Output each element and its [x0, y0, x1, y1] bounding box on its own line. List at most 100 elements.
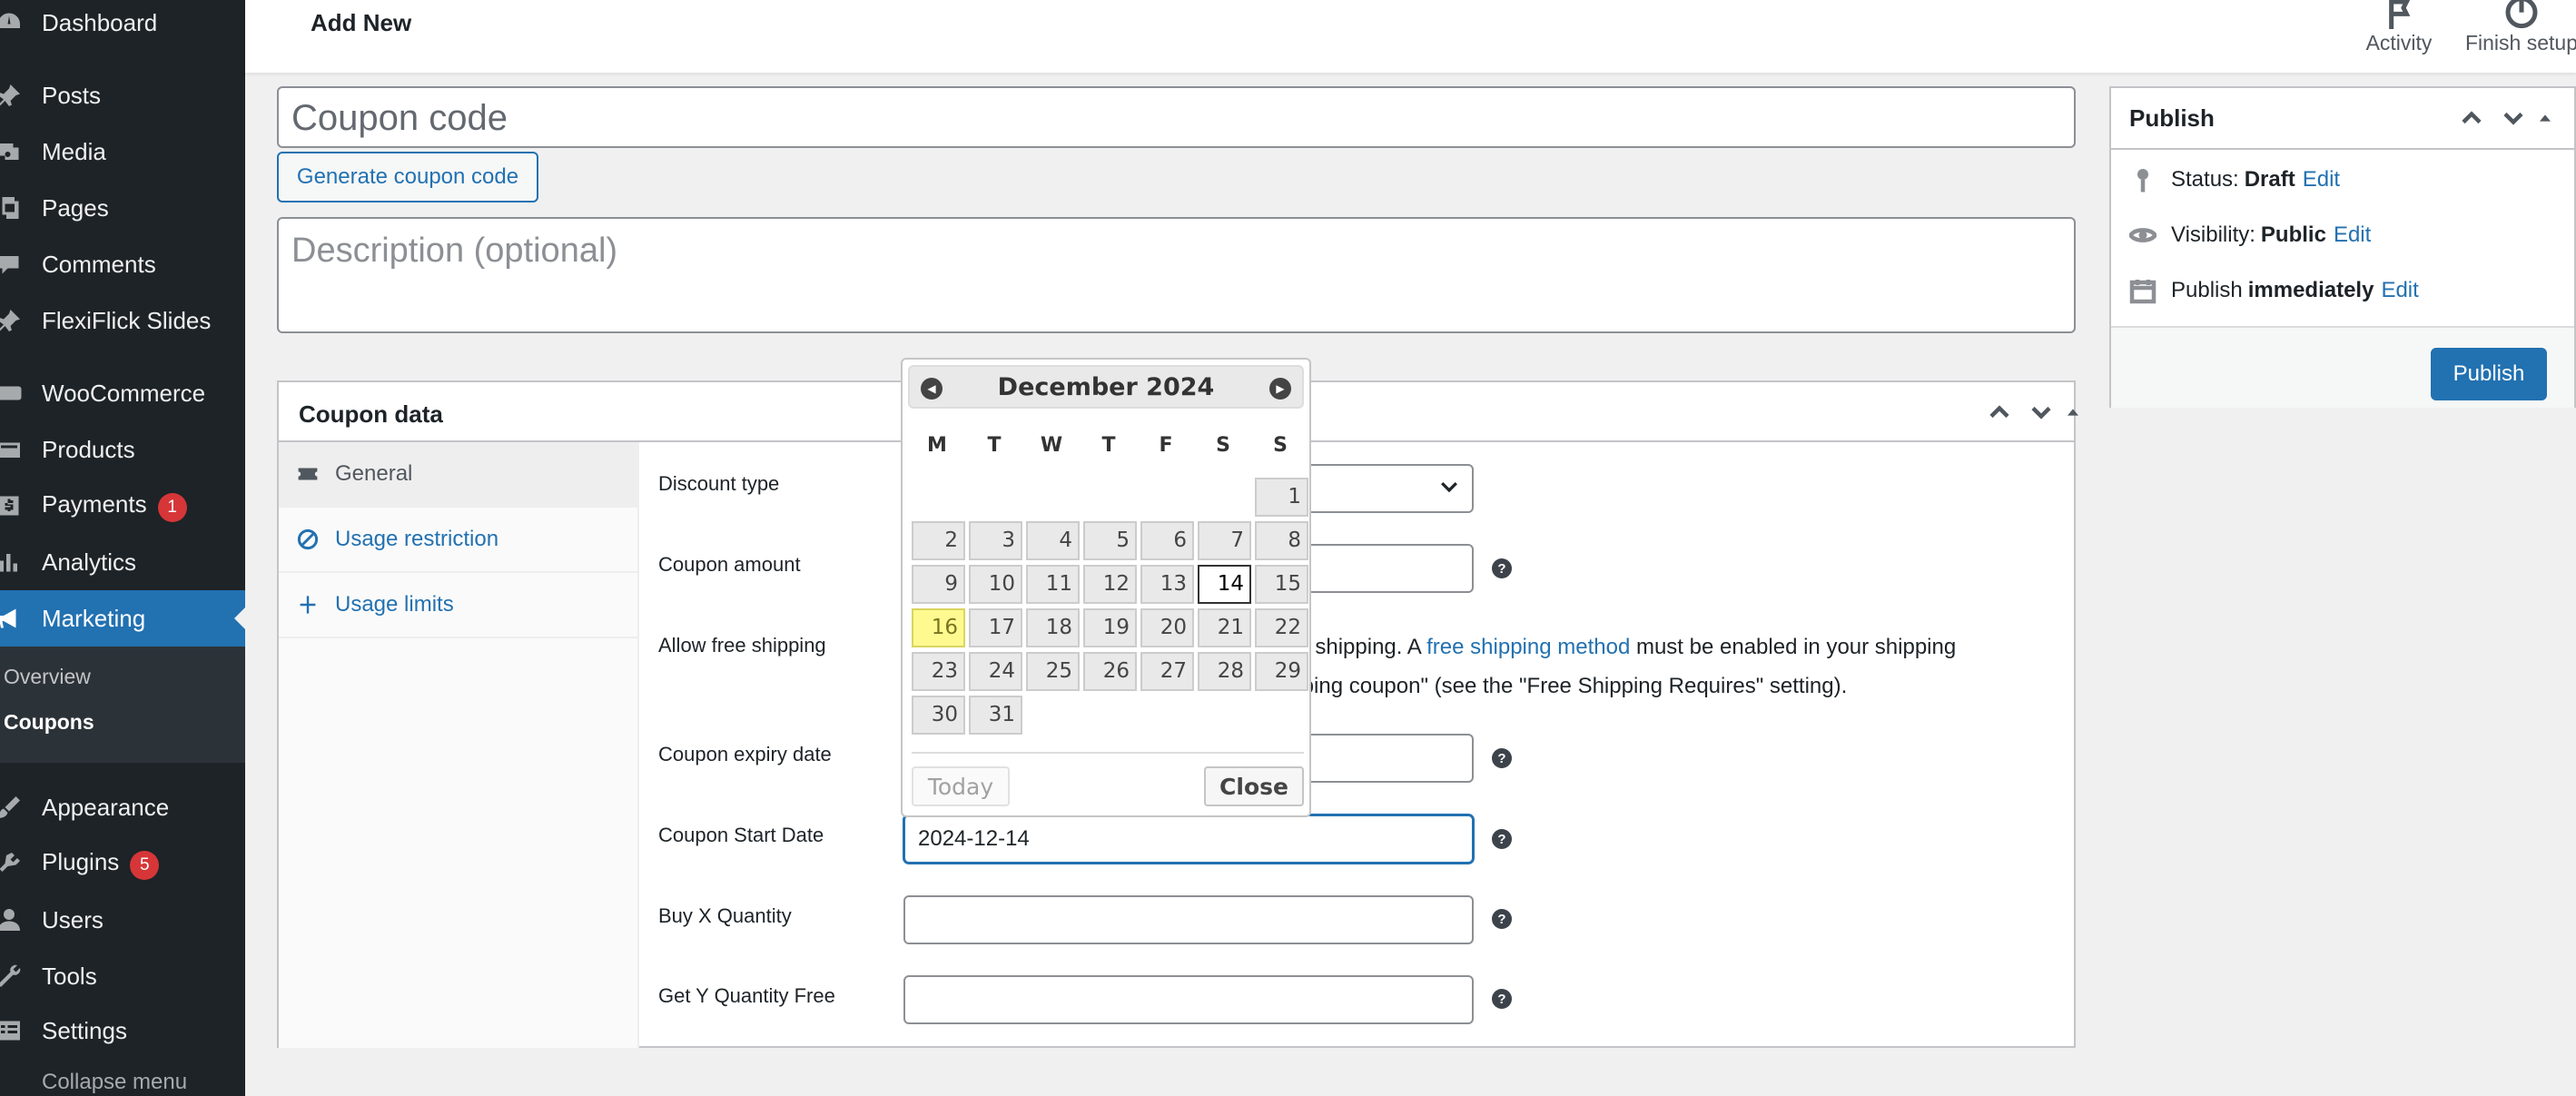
- coupon-start-label: Coupon Start Date: [658, 824, 824, 846]
- calendar-day[interactable]: 21: [1198, 608, 1251, 647]
- sidebar-item-posts[interactable]: Posts: [0, 67, 245, 123]
- edit-schedule-link[interactable]: Edit: [2381, 278, 2418, 303]
- coupon-description-textarea[interactable]: Description (optional): [277, 217, 2076, 333]
- calendar-day[interactable]: 3: [969, 521, 1022, 560]
- publish-status-row: Status: Draft Edit: [2127, 164, 2340, 195]
- calendar-day[interactable]: 1: [1255, 478, 1308, 517]
- flag-icon: [2389, 0, 2411, 29]
- sidebar-item-label: WooCommerce: [42, 379, 206, 407]
- buy-x-quantity-input[interactable]: [903, 895, 1474, 944]
- free-shipping-label: Allow free shipping: [658, 634, 826, 657]
- calendar-day[interactable]: 15: [1255, 565, 1308, 604]
- sidebar-item-products[interactable]: Products: [0, 421, 245, 478]
- calendar-day[interactable]: 22: [1255, 608, 1308, 647]
- edit-visibility-link[interactable]: Edit: [2334, 222, 2371, 248]
- help-icon[interactable]: ?: [1492, 558, 1512, 578]
- submenu-item-coupons[interactable]: Coupons: [4, 710, 94, 735]
- activity-button[interactable]: Activity: [2344, 0, 2453, 55]
- help-icon[interactable]: ?: [1492, 909, 1512, 929]
- coupon-data-title: Coupon data: [299, 400, 443, 428]
- sidebar-item-analytics[interactable]: Analytics: [0, 534, 245, 590]
- toggle-panel-button[interactable]: [2534, 104, 2556, 132]
- publish-actions: Publish: [2111, 326, 2574, 408]
- pin-icon: [2127, 164, 2158, 195]
- calendar-day[interactable]: 31: [969, 696, 1022, 735]
- tab-usage-restriction[interactable]: Usage restriction: [279, 508, 637, 573]
- calendar-day[interactable]: 26: [1083, 652, 1137, 691]
- submenu-item-overview[interactable]: Overview: [4, 665, 91, 689]
- calendar-day[interactable]: 19: [1083, 608, 1137, 647]
- help-icon[interactable]: ?: [1492, 989, 1512, 1009]
- calendar-day[interactable]: 25: [1026, 652, 1080, 691]
- coupon-start-input[interactable]: 2024-12-14: [903, 815, 1474, 864]
- calendar-day[interactable]: 12: [1083, 565, 1137, 604]
- help-icon[interactable]: ?: [1492, 829, 1512, 849]
- calendar-day[interactable]: 14: [1198, 565, 1251, 604]
- sidebar-item-label: Settings: [42, 1016, 127, 1044]
- finish-setup-label: Finish setup: [2464, 31, 2576, 54]
- calendar-day[interactable]: 20: [1140, 608, 1194, 647]
- sidebar-item-label: Payments 1: [42, 490, 187, 522]
- admin-sidebar: Dashboard Posts Media Pages Comments Fle…: [0, 0, 245, 1096]
- calendar-day[interactable]: 29: [1255, 652, 1308, 691]
- calendar-day[interactable]: 18: [1026, 608, 1080, 647]
- sidebar-item-marketing[interactable]: Marketing: [0, 590, 245, 647]
- publish-button[interactable]: Publish: [2431, 348, 2547, 400]
- free-shipping-method-link[interactable]: free shipping method: [1426, 635, 1630, 659]
- move-up-button[interactable]: [1986, 399, 2013, 426]
- pin-icon: [0, 304, 25, 337]
- edit-status-link[interactable]: Edit: [2303, 167, 2340, 193]
- help-icon[interactable]: ?: [1492, 748, 1512, 768]
- sidebar-item-comments[interactable]: Comments: [0, 236, 245, 292]
- sidebar-item-label: Dashboard: [42, 8, 158, 36]
- calendar-day[interactable]: 9: [912, 565, 965, 604]
- move-up-button[interactable]: [2458, 104, 2485, 132]
- sidebar-item-flexiflick[interactable]: FlexiFlick Slides: [0, 292, 245, 349]
- sidebar-item-users[interactable]: Users: [0, 892, 245, 948]
- calendar-day[interactable]: 24: [969, 652, 1022, 691]
- sidebar-item-tools[interactable]: Tools: [0, 948, 245, 1004]
- calendar-day[interactable]: 30: [912, 696, 965, 735]
- calendar-day[interactable]: 28: [1198, 652, 1251, 691]
- calendar-day[interactable]: 11: [1026, 565, 1080, 604]
- calendar-day[interactable]: 16: [912, 608, 965, 647]
- generate-coupon-code-button[interactable]: Generate coupon code: [277, 152, 538, 202]
- sidebar-item-label: Comments: [42, 250, 156, 278]
- calendar-day[interactable]: 5: [1083, 521, 1137, 560]
- move-down-button[interactable]: [2028, 399, 2055, 426]
- calendar-day[interactable]: 10: [969, 565, 1022, 604]
- tab-usage-limits[interactable]: Usage limits: [279, 573, 637, 638]
- sidebar-item-media[interactable]: Media: [0, 123, 245, 180]
- calendar-day[interactable]: 27: [1140, 652, 1194, 691]
- sidebar-item-settings[interactable]: Settings: [0, 1002, 245, 1059]
- prev-month-button[interactable]: ◀: [921, 378, 943, 400]
- close-button[interactable]: Close: [1204, 766, 1304, 806]
- next-month-button[interactable]: ▶: [1269, 378, 1291, 400]
- coupon-code-input[interactable]: Coupon code: [277, 86, 2076, 148]
- megaphone-icon: [0, 602, 25, 635]
- calendar-day[interactable]: 23: [912, 652, 965, 691]
- sidebar-item-woocommerce[interactable]: WooCommerce: [0, 365, 245, 421]
- move-down-button[interactable]: [2500, 104, 2527, 132]
- weekday-label: S: [1216, 434, 1230, 457]
- get-y-quantity-input[interactable]: [903, 975, 1474, 1024]
- calendar-day[interactable]: 4: [1026, 521, 1080, 560]
- today-button[interactable]: Today: [912, 766, 1010, 806]
- get-y-quantity-label: Get Y Quantity Free: [658, 984, 835, 1007]
- toggle-panel-button[interactable]: [2062, 399, 2084, 426]
- sidebar-item-pages[interactable]: Pages: [0, 180, 245, 236]
- datepicker-popup: December 2024 ◀ ▶ MTWTFSS 1 2 3 4 5 6 7 8 9 10 11 1…: [901, 358, 1311, 817]
- tab-general[interactable]: General: [279, 442, 637, 508]
- calendar-day[interactable]: 7: [1198, 521, 1251, 560]
- calendar-day[interactable]: 17: [969, 608, 1022, 647]
- calendar-day[interactable]: 2: [912, 521, 965, 560]
- finish-setup-button[interactable]: Finish setup: [2453, 0, 2576, 55]
- restricted-icon: [295, 527, 321, 552]
- calendar-day[interactable]: 8: [1255, 521, 1308, 560]
- calendar-day[interactable]: 6: [1140, 521, 1194, 560]
- calendar-day[interactable]: 13: [1140, 565, 1194, 604]
- sidebar-item-dashboard[interactable]: Dashboard: [0, 0, 245, 51]
- sidebar-item-appearance[interactable]: Appearance: [0, 779, 245, 835]
- sidebar-item-plugins[interactable]: Plugins 5: [0, 835, 245, 892]
- sidebar-item-payments[interactable]: Payments 1: [0, 478, 245, 534]
